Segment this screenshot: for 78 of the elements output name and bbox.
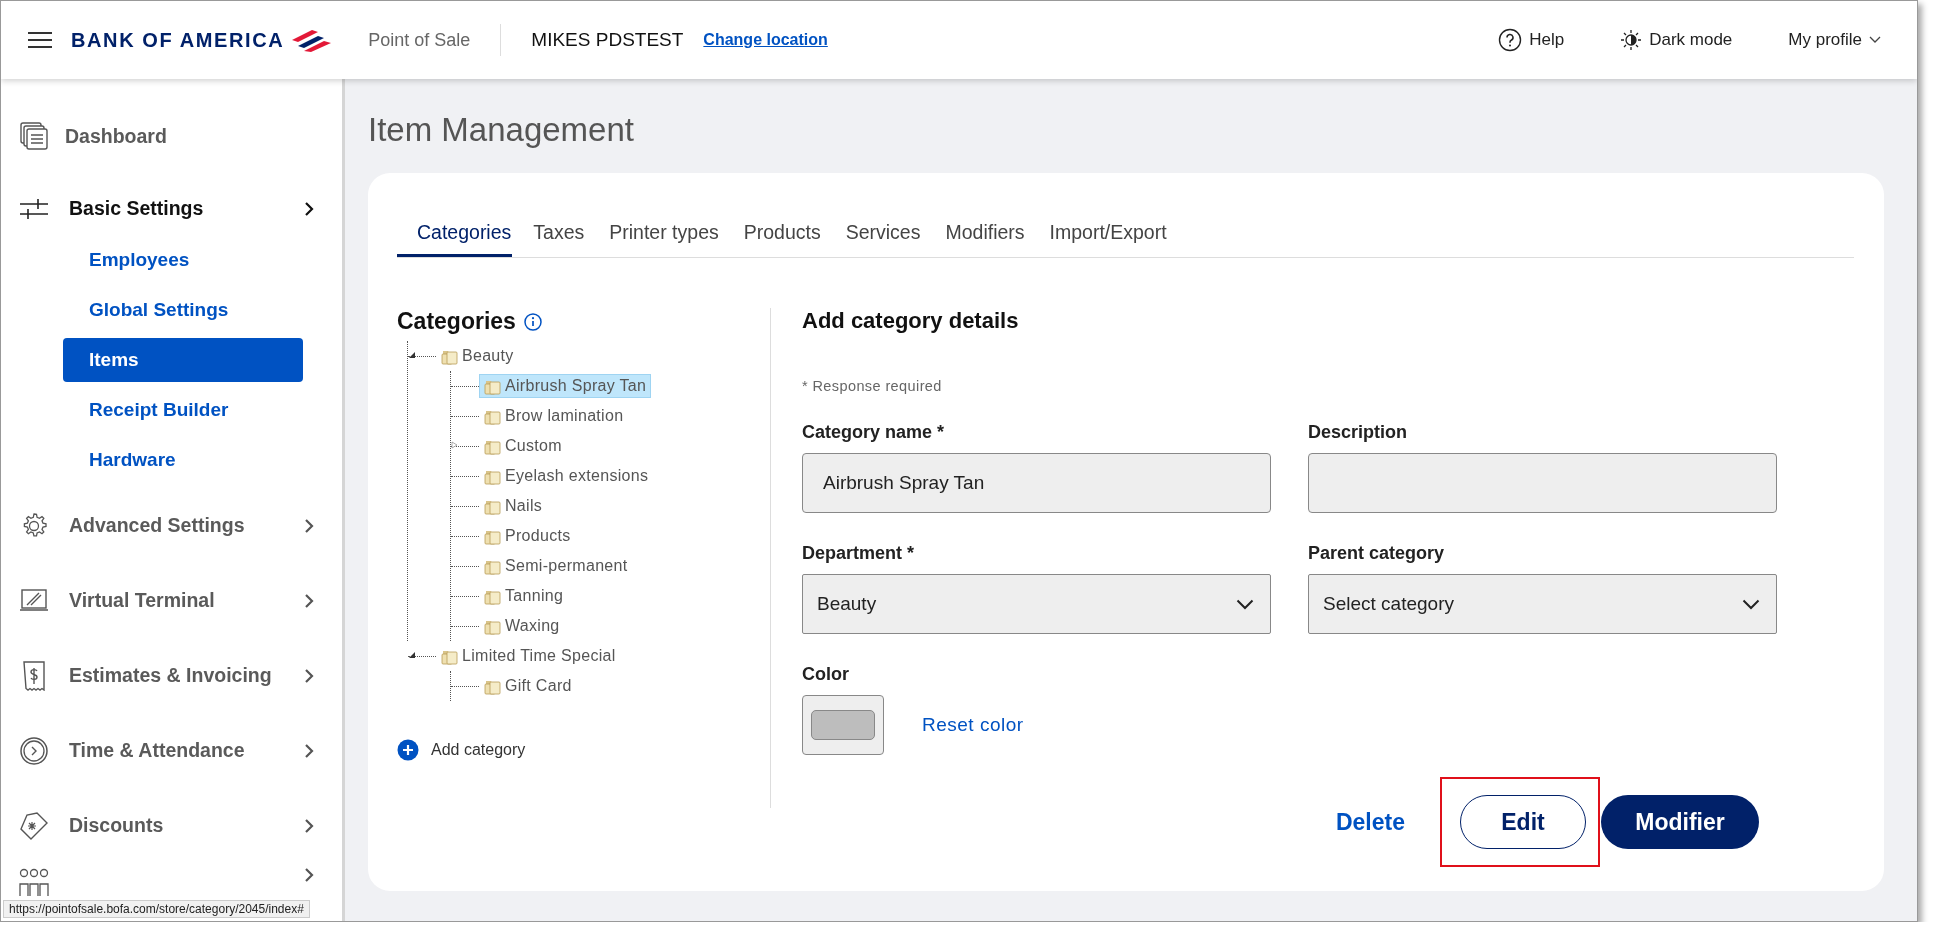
- documents-icon: [19, 121, 49, 151]
- location-name: MIKES PDSTEST: [531, 29, 684, 51]
- sidebar-subitem[interactable]: Global Settings: [63, 288, 303, 332]
- theme-button[interactable]: Dark mode: [1620, 29, 1733, 51]
- tab[interactable]: Products: [733, 217, 831, 257]
- add-category-button[interactable]: Add category: [397, 739, 770, 761]
- page-title: Item Management: [368, 111, 635, 149]
- field-label: Color: [802, 664, 850, 685]
- input-field[interactable]: Airbrush Spray Tan: [802, 453, 1271, 513]
- chevron-right-icon: [304, 592, 314, 609]
- sidebar-subitem[interactable]: Hardware: [63, 438, 303, 482]
- tab[interactable]: Printer types: [599, 217, 729, 257]
- chevron-down-icon: [1742, 598, 1760, 610]
- tree-item[interactable]: Products: [479, 524, 576, 548]
- tree-item[interactable]: Tanning: [479, 584, 569, 608]
- plus-circle-icon: [397, 739, 419, 761]
- expanded-triangle-icon[interactable]: [408, 650, 416, 659]
- dropdown[interactable]: Select category: [1308, 574, 1777, 634]
- tag-icon: [19, 810, 49, 841]
- tree-item[interactable]: Airbrush Spray Tan: [479, 374, 652, 398]
- brand-name: BANK OF AMERICA: [71, 28, 285, 52]
- sun-icon: [1620, 29, 1643, 51]
- help-icon: [1498, 28, 1523, 52]
- primary-button[interactable]: Modifier: [1601, 795, 1759, 849]
- chevron-right-icon: [304, 667, 314, 684]
- form-title: Add category details: [802, 308, 1020, 334]
- section-title: Categories: [397, 308, 516, 335]
- tree-item[interactable]: Custom: [479, 434, 567, 458]
- delete-link[interactable]: Delete: [1327, 795, 1413, 849]
- field-label: Description: [1308, 422, 1409, 443]
- sidebar-subitem[interactable]: Items: [63, 338, 303, 382]
- profile-button[interactable]: My profile: [1788, 30, 1881, 50]
- collapsed-triangle-icon[interactable]: [451, 440, 459, 449]
- field-label: Department *: [802, 543, 916, 564]
- sidebar-item[interactable]: Dashboard: [1, 101, 342, 171]
- change-location-link[interactable]: Change location: [703, 31, 828, 49]
- field-label: Parent category: [1308, 543, 1446, 564]
- tab[interactable]: Services: [835, 217, 931, 257]
- help-button[interactable]: Help: [1498, 28, 1565, 52]
- people-icon: [19, 867, 49, 897]
- tree-item[interactable]: Eyelash extensions: [479, 464, 654, 488]
- color-picker[interactable]: [802, 695, 884, 755]
- tree-item[interactable]: Brow lamination: [479, 404, 629, 428]
- tree-item[interactable]: Waxing: [479, 614, 565, 638]
- clock-icon: [19, 735, 49, 766]
- sidebar-item[interactable]: Estimates & Invoicing: [1, 638, 342, 713]
- reset-color-link[interactable]: Reset color: [922, 714, 1024, 736]
- tree-item[interactable]: Semi-permanent: [479, 554, 633, 578]
- tab[interactable]: Categories: [397, 217, 513, 257]
- info-icon: [523, 312, 542, 331]
- tree-item[interactable]: Limited Time Special: [436, 644, 621, 668]
- chevron-right-icon: [304, 517, 314, 534]
- required-note: * Response required: [802, 378, 943, 394]
- sidebar-item[interactable]: Discounts: [1, 788, 342, 863]
- status-url: https://pointofsale.bofa.com/store/category/2045/index#: [3, 900, 310, 918]
- tree-item[interactable]: Beauty: [436, 344, 519, 368]
- menu-icon[interactable]: [27, 31, 53, 49]
- chevron-down-icon: [1869, 36, 1881, 44]
- chevron-right-icon: [304, 200, 314, 217]
- tree-item[interactable]: Nails: [479, 494, 548, 518]
- input-field[interactable]: [1308, 453, 1777, 513]
- chevron-right-icon: [304, 817, 314, 834]
- tree-item[interactable]: Gift Card: [479, 674, 577, 698]
- outline-button[interactable]: Edit: [1460, 795, 1586, 849]
- field-label: Category name *: [802, 422, 946, 443]
- app-name: Point of Sale: [368, 29, 471, 51]
- sidebar-item[interactable]: Virtual Terminal: [1, 563, 342, 638]
- sidebar-item[interactable]: Advanced Settings: [1, 488, 342, 563]
- tab[interactable]: Modifiers: [935, 217, 1035, 257]
- chevron-right-icon: [304, 742, 314, 759]
- chevron-right-icon: [304, 867, 314, 883]
- dropdown[interactable]: Beauty: [802, 574, 1271, 634]
- tab[interactable]: Import/Export: [1039, 217, 1177, 257]
- expanded-triangle-icon[interactable]: [408, 350, 416, 359]
- tab[interactable]: Taxes: [523, 217, 595, 257]
- sidebar-subitem[interactable]: Receipt Builder: [63, 388, 303, 432]
- chevron-down-icon: [1236, 598, 1254, 610]
- sidebar-item[interactable]: Time & Attendance: [1, 713, 342, 788]
